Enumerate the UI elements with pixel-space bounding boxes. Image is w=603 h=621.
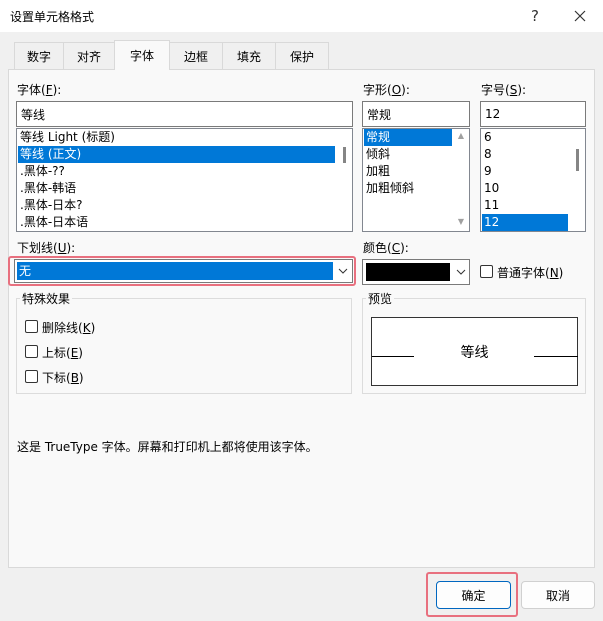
font-list-scrollbar[interactable] xyxy=(343,147,346,163)
tab-fill[interactable]: 填充 xyxy=(222,42,276,69)
color-combo[interactable] xyxy=(362,259,470,285)
tab-number[interactable]: 数字 xyxy=(14,42,64,69)
list-item[interactable]: 10 xyxy=(482,180,568,197)
size-label: 字号(S): xyxy=(481,83,527,97)
underline-value: 无 xyxy=(17,262,333,280)
superscript-label: 上标(E) xyxy=(42,346,83,360)
strikethrough-checkbox[interactable] xyxy=(25,320,38,333)
size-list[interactable]: 6 8 9 10 11 12 xyxy=(480,128,586,232)
underline-dropdown-button[interactable] xyxy=(335,262,351,280)
list-item[interactable]: 加粗 xyxy=(364,163,452,180)
color-swatch xyxy=(366,263,450,281)
list-item[interactable]: 等线 Light (标题) xyxy=(18,129,335,146)
subscript-checkbox[interactable] xyxy=(25,370,38,383)
color-label: 颜色(C): xyxy=(363,241,409,255)
normal-font-label: 普通字体(N) xyxy=(497,266,564,280)
size-input[interactable]: 12 xyxy=(480,101,586,127)
list-item[interactable]: .黑体-韩语 xyxy=(18,180,335,197)
list-item[interactable]: 11 xyxy=(482,197,568,214)
tab-border[interactable]: 边框 xyxy=(169,42,223,69)
cancel-button[interactable]: 取消 xyxy=(521,581,595,609)
list-item[interactable]: 8 xyxy=(482,146,568,163)
effects-title: 特殊效果 xyxy=(20,290,73,307)
list-item[interactable]: .黑体-?? xyxy=(18,163,335,180)
style-label: 字形(O): xyxy=(363,83,410,97)
font-list[interactable]: 等线 Light (标题) 等线 (正文) .黑体-?? .黑体-韩语 .黑体-… xyxy=(16,128,353,232)
color-dropdown-button[interactable] xyxy=(453,263,469,281)
normal-font-checkbox[interactable] xyxy=(480,265,493,278)
superscript-checkbox[interactable] xyxy=(25,345,38,358)
tab-alignment[interactable]: 对齐 xyxy=(63,42,115,69)
info-text: 这是 TrueType 字体。屏幕和打印机上都将使用该字体。 xyxy=(17,440,318,454)
list-item[interactable]: 加粗倾斜 xyxy=(364,180,452,197)
preview-title: 预览 xyxy=(366,290,395,307)
list-item[interactable]: 6 xyxy=(482,129,568,146)
list-item[interactable]: .黑体-日本? xyxy=(18,197,335,214)
help-button[interactable]: ? xyxy=(512,0,558,32)
font-label: 字体(F): xyxy=(17,83,62,97)
list-item[interactable]: 12 xyxy=(482,214,568,231)
tab-font[interactable]: 字体 xyxy=(114,40,170,70)
style-input[interactable]: 常规 xyxy=(362,101,470,127)
list-item[interactable]: 9 xyxy=(482,163,568,180)
ok-button[interactable]: 确定 xyxy=(436,581,511,609)
scroll-up-icon[interactable]: ▲ xyxy=(454,131,468,140)
underline-label: 下划线(U): xyxy=(17,241,76,255)
underline-combo[interactable]: 无 xyxy=(14,259,353,283)
list-item[interactable]: 常规 xyxy=(364,129,452,146)
chevron-down-icon xyxy=(456,269,466,275)
scroll-down-icon[interactable]: ▼ xyxy=(454,217,468,226)
list-item[interactable]: 等线 (正文) xyxy=(18,146,335,163)
style-list[interactable]: 常规 倾斜 加粗 加粗倾斜 ▲ ▼ xyxy=(362,128,470,232)
dialog-title: 设置单元格格式 xyxy=(10,10,95,24)
preview-box: 等线 xyxy=(371,317,578,386)
font-input[interactable]: 等线 xyxy=(16,101,353,127)
list-item[interactable]: .黑体-日本语 xyxy=(18,214,335,231)
subscript-label: 下标(B) xyxy=(42,371,84,385)
close-button[interactable] xyxy=(557,0,603,32)
list-item[interactable]: 倾斜 xyxy=(364,146,452,163)
preview-sample: 等线 xyxy=(460,345,489,361)
strikethrough-label: 删除线(K) xyxy=(42,321,96,335)
tab-protection[interactable]: 保护 xyxy=(275,42,329,69)
close-icon xyxy=(574,10,586,22)
chevron-down-icon xyxy=(338,268,348,274)
size-list-scrollbar[interactable] xyxy=(576,149,579,171)
